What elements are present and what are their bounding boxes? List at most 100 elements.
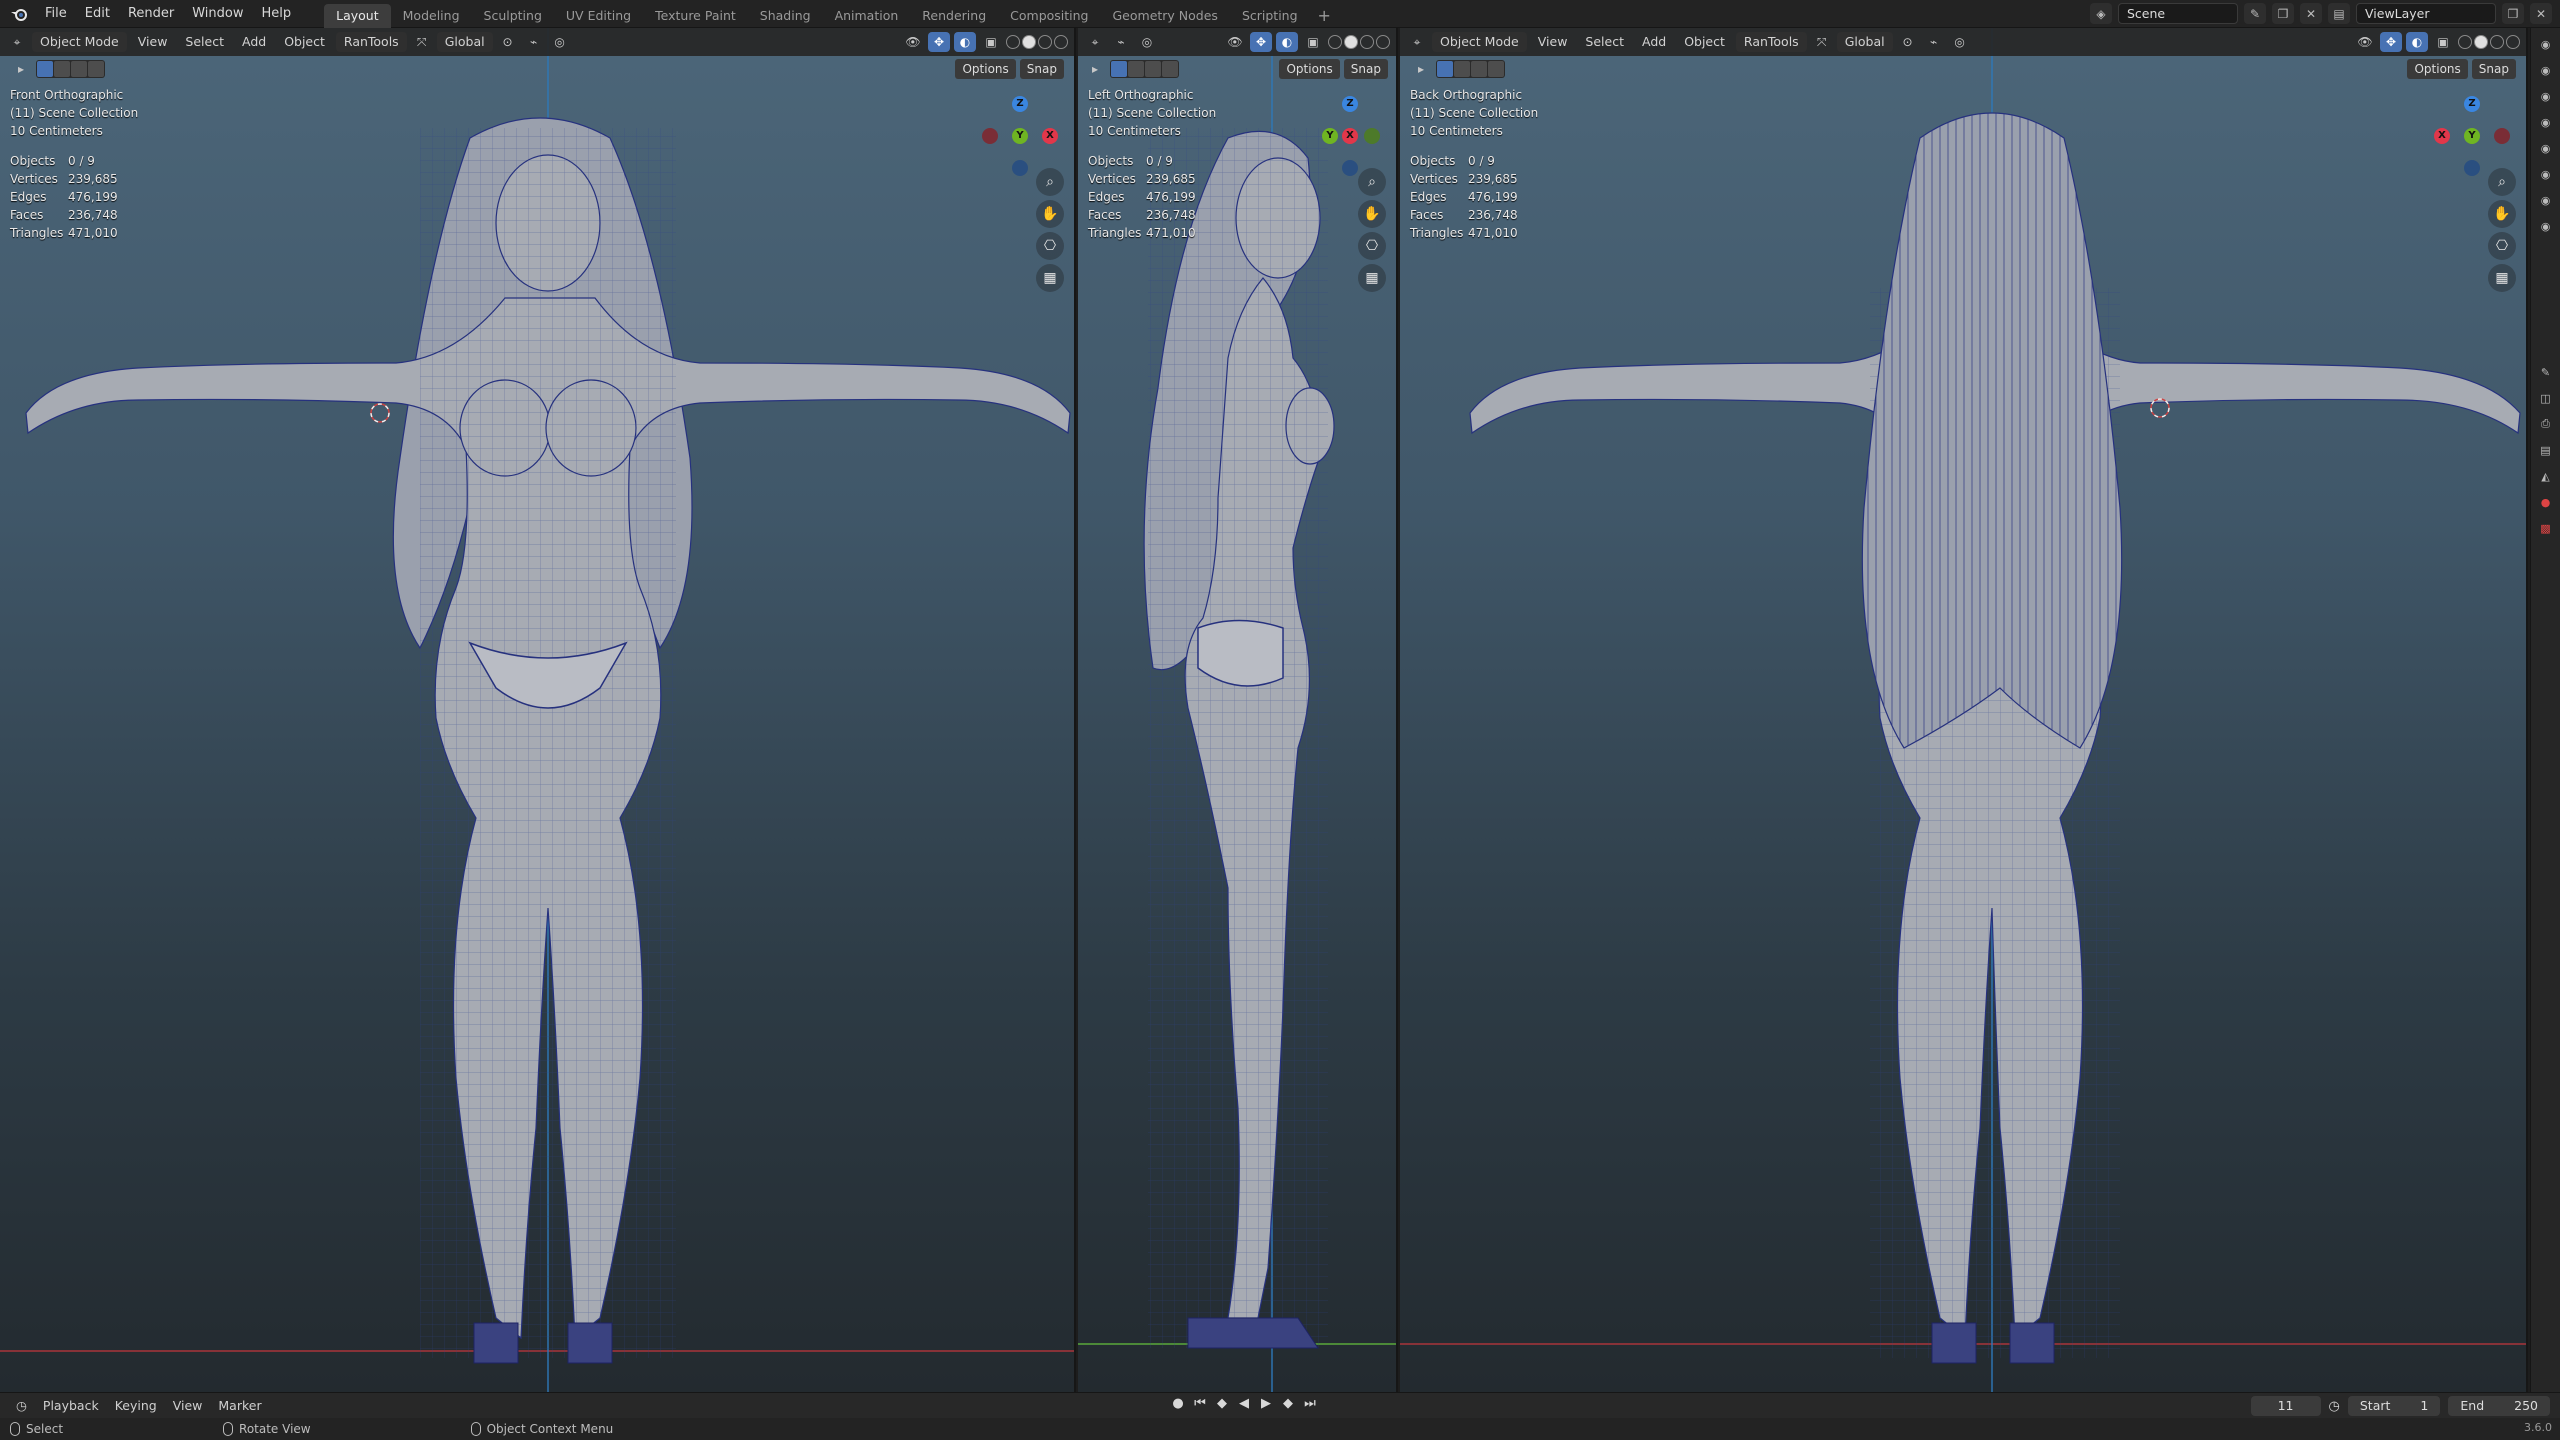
snap-button[interactable]: Snap	[1019, 59, 1064, 79]
world-properties-icon[interactable]: ●	[2535, 492, 2557, 512]
editor-type-icon[interactable]: ⌖	[1406, 32, 1428, 52]
select-subtract-icon[interactable]	[1145, 61, 1161, 77]
object-menu[interactable]: Object	[277, 32, 332, 52]
editor-type-icon[interactable]: ⌖	[1084, 32, 1106, 52]
tab-geometry-nodes[interactable]: Geometry Nodes	[1101, 4, 1230, 28]
view-layer-properties-icon[interactable]: ▤	[2535, 440, 2557, 460]
clock-icon[interactable]: ◷	[2329, 1399, 2340, 1414]
select-new-icon[interactable]	[1111, 61, 1127, 77]
neg-y-axis-icon[interactable]	[1364, 128, 1380, 144]
start-frame-field[interactable]: Start 1	[2347, 1396, 2441, 1416]
editor-type-icon[interactable]: ⌖	[6, 32, 28, 52]
x-axis-icon[interactable]: X	[1342, 128, 1358, 144]
end-frame-field[interactable]: End 250	[2448, 1396, 2550, 1416]
jump-start-icon[interactable]: ⏮	[1192, 1396, 1208, 1411]
tool-properties-icon[interactable]: ✎	[2535, 362, 2557, 382]
toolbar-toggle-icon[interactable]: ▸	[1410, 59, 1432, 79]
gizmo-toggle-icon[interactable]: ✥	[928, 32, 950, 52]
neg-z-axis-icon[interactable]	[1342, 160, 1358, 176]
rendered-shading-icon[interactable]	[1054, 35, 1068, 49]
object-menu[interactable]: Object	[1677, 32, 1732, 52]
snap-button[interactable]: Snap	[2471, 59, 2516, 79]
select-intersect-icon[interactable]	[1162, 61, 1178, 77]
new-view-layer-icon[interactable]: ❐	[2502, 3, 2524, 24]
x-axis-icon[interactable]: X	[2434, 128, 2450, 144]
xray-icon[interactable]: ▣	[1302, 32, 1324, 52]
orientation-dropdown[interactable]: Global	[1836, 32, 1893, 52]
next-keyframe-icon[interactable]: ◆	[1280, 1396, 1296, 1411]
viewport-back[interactable]: ⌖ Object Mode View Select Add Object Ran…	[1400, 28, 2528, 1392]
new-scene-icon[interactable]: ❐	[2272, 3, 2294, 24]
tab-modeling[interactable]: Modeling	[391, 4, 472, 28]
y-axis-icon[interactable]: Y	[1012, 128, 1028, 144]
camera-visibility-icon[interactable]: ◉	[2535, 190, 2557, 210]
select-intersect-icon[interactable]	[1488, 61, 1504, 77]
wireframe-shading-icon[interactable]	[1006, 35, 1020, 49]
current-frame-field[interactable]: 11	[2250, 1396, 2321, 1416]
menu-render[interactable]: Render	[119, 2, 183, 26]
camera-visibility-icon[interactable]: ◉	[2535, 112, 2557, 132]
add-menu[interactable]: Add	[235, 32, 273, 52]
camera-visibility-icon[interactable]: ◉	[2535, 34, 2557, 54]
proportional-edit-icon[interactable]: ◎	[1136, 32, 1158, 52]
prev-keyframe-icon[interactable]: ◆	[1214, 1396, 1230, 1411]
rantools-menu[interactable]: RanTools	[1735, 32, 1807, 52]
options-button[interactable]: Options	[1279, 59, 1340, 79]
orientation-dropdown[interactable]: Global	[436, 32, 493, 52]
camera-icon[interactable]: ⎔	[1358, 232, 1386, 260]
rendered-shading-icon[interactable]	[1376, 35, 1390, 49]
gizmo-toggle-icon[interactable]: ✥	[1250, 32, 1272, 52]
tab-layout[interactable]: Layout	[324, 3, 391, 28]
xray-icon[interactable]: ▣	[2432, 32, 2454, 52]
tab-uv-editing[interactable]: UV Editing	[554, 4, 643, 28]
camera-visibility-icon[interactable]: ◉	[2535, 164, 2557, 184]
tab-sculpting[interactable]: Sculpting	[472, 4, 554, 28]
camera-visibility-icon[interactable]: ◉	[2535, 60, 2557, 80]
view-layer-icon[interactable]: ▤	[2328, 3, 2350, 24]
record-icon[interactable]: ●	[1170, 1396, 1186, 1411]
texture-properties-icon[interactable]: ▩	[2535, 518, 2557, 538]
render-properties-icon[interactable]: ◫	[2535, 388, 2557, 408]
overlay-toggle-icon[interactable]: ◐	[1276, 32, 1298, 52]
ortho-grid-icon[interactable]: ▦	[1036, 264, 1064, 292]
delete-view-layer-icon[interactable]: ✕	[2530, 3, 2552, 24]
y-axis-icon[interactable]: Y	[2464, 128, 2480, 144]
gizmo-toggle-icon[interactable]: ✥	[2380, 32, 2402, 52]
view-layer-field[interactable]: ViewLayer	[2356, 3, 2496, 24]
camera-visibility-icon[interactable]: ◉	[2535, 216, 2557, 236]
delete-scene-icon[interactable]: ✕	[2300, 3, 2322, 24]
camera-icon[interactable]: ⎔	[2488, 232, 2516, 260]
select-extend-icon[interactable]	[54, 61, 70, 77]
viewport-front[interactable]: ⌖ Object Mode View Select Add Object Ran…	[0, 28, 1076, 1392]
camera-visibility-icon[interactable]: ◉	[2535, 86, 2557, 106]
jump-end-icon[interactable]: ⏭	[1302, 1396, 1318, 1411]
material-shading-icon[interactable]	[2490, 35, 2504, 49]
snap-icon[interactable]: ⌁	[523, 32, 545, 52]
options-button[interactable]: Options	[955, 59, 1016, 79]
pan-hand-icon[interactable]: ✋	[1036, 200, 1064, 228]
play-reverse-icon[interactable]: ◀	[1236, 1396, 1252, 1411]
visibility-icon[interactable]: 👁	[1224, 32, 1246, 52]
select-extend-icon[interactable]	[1454, 61, 1470, 77]
scene-field[interactable]: Scene	[2118, 3, 2238, 24]
z-axis-icon[interactable]: Z	[2464, 96, 2480, 112]
select-new-icon[interactable]	[1437, 61, 1453, 77]
select-new-icon[interactable]	[37, 61, 53, 77]
tab-rendering[interactable]: Rendering	[910, 4, 998, 28]
neg-z-axis-icon[interactable]	[1012, 160, 1028, 176]
output-properties-icon[interactable]: ⎙	[2535, 414, 2557, 434]
tab-texture-paint[interactable]: Texture Paint	[643, 4, 748, 28]
neg-x-axis-icon[interactable]	[2494, 128, 2510, 144]
marker-menu[interactable]: Marker	[210, 1398, 269, 1413]
snap-button[interactable]: Snap	[1343, 59, 1388, 79]
neg-z-axis-icon[interactable]	[2464, 160, 2480, 176]
rendered-shading-icon[interactable]	[2506, 35, 2520, 49]
proportional-edit-icon[interactable]: ◎	[549, 32, 571, 52]
proportional-edit-icon[interactable]: ◎	[1949, 32, 1971, 52]
zoom-icon[interactable]: ⌕	[1036, 168, 1064, 196]
options-button[interactable]: Options	[2407, 59, 2468, 79]
z-axis-icon[interactable]: Z	[1012, 96, 1028, 112]
playback-menu[interactable]: Playback	[35, 1398, 107, 1413]
snap-icon[interactable]: ⌁	[1923, 32, 1945, 52]
select-subtract-icon[interactable]	[71, 61, 87, 77]
